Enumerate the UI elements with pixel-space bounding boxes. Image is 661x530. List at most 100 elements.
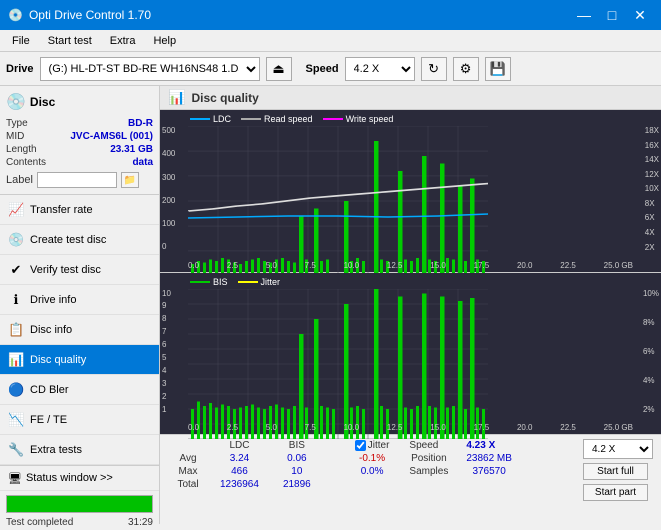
- disc-label-input[interactable]: [37, 172, 117, 188]
- stats-col-ldc: LDC: [208, 439, 271, 452]
- disc-label-key: Label: [6, 174, 33, 186]
- sidebar-item-disc-quality[interactable]: 📊 Disc quality: [0, 345, 159, 375]
- stats-max-bis: 10: [271, 465, 323, 478]
- stats-col-bis: BIS: [271, 439, 323, 452]
- chart-top-y-left: 500 400 300 200 100 0: [162, 126, 175, 252]
- chart-bottom-x-axis: 0.0 2.5 5.0 7.5 10.0 12.5 15.0 17.5 20.0…: [188, 423, 633, 432]
- sidebar-item-disc-info[interactable]: 📋 Disc info: [0, 315, 159, 345]
- chart-top-legend: LDC Read speed Write speed: [190, 114, 393, 124]
- stats-max-row: Max 466 10 0.0% Samples 376570: [168, 465, 522, 478]
- disc-length-label: Length: [6, 144, 37, 155]
- disc-type-row: Type BD-R: [6, 118, 153, 129]
- save-button[interactable]: 💾: [485, 57, 511, 81]
- menu-extra[interactable]: Extra: [102, 33, 144, 49]
- sidebar-status: 🖥 Status window >> Test completed 31:29: [0, 465, 159, 530]
- stats-avg-bis: 0.06: [271, 452, 323, 465]
- disc-contents-label: Contents: [6, 157, 46, 168]
- minimize-button[interactable]: —: [571, 2, 597, 28]
- stats-total-ldc: 1236964: [208, 478, 271, 491]
- stats-avg-ldc: 3.24: [208, 452, 271, 465]
- legend-write-dot: [323, 118, 343, 120]
- start-full-button[interactable]: Start full: [583, 463, 648, 480]
- disc-type-value: BD-R: [128, 118, 153, 129]
- legend-bis-label: BIS: [213, 277, 228, 287]
- stats-speed-select[interactable]: 4.2 X: [583, 439, 653, 459]
- refresh-button[interactable]: ↻: [421, 57, 447, 81]
- stats-col-jitter: Jitter: [343, 439, 402, 452]
- jitter-checkbox-label[interactable]: Jitter: [355, 440, 390, 451]
- chart-bottom-y-left: 10 9 8 7 6 5 4 3 2 1: [162, 289, 171, 415]
- maximize-button[interactable]: □: [599, 2, 625, 28]
- legend-bis-dot: [190, 281, 210, 283]
- stats-right-controls: 4.2 X Start full Start part: [583, 439, 653, 501]
- disc-length-row: Length 23.31 GB: [6, 144, 153, 155]
- speed-select[interactable]: 4.2 X: [345, 57, 415, 81]
- legend-ldc-dot: [190, 118, 210, 120]
- sidebar-item-cd-bler[interactable]: 🔵 CD Bler: [0, 375, 159, 405]
- progress-bar-fill: [7, 496, 152, 512]
- sidebar-item-transfer-rate[interactable]: 📈 Transfer rate: [0, 195, 159, 225]
- menu-file[interactable]: File: [4, 33, 38, 49]
- status-completed-label: Test completed: [6, 517, 73, 528]
- stats-total-row: Total 1236964 21896: [168, 478, 522, 491]
- stats-col-empty2: [323, 439, 343, 452]
- stats-bar: LDC BIS Jitter Speed 4.23 X: [160, 434, 661, 524]
- drive-label: Drive: [6, 63, 34, 75]
- legend-write-speed: Write speed: [323, 114, 394, 124]
- sidebar-item-extra-tests[interactable]: 🔧 Extra tests: [0, 435, 159, 465]
- menu-start-test[interactable]: Start test: [40, 33, 100, 49]
- disc-mid-value: JVC-AMS6L (001): [70, 131, 153, 142]
- status-time: 31:29: [128, 517, 153, 528]
- start-part-button[interactable]: Start part: [583, 484, 648, 501]
- disc-type-label: Type: [6, 118, 28, 129]
- disc-quality-title: Disc quality: [191, 91, 258, 105]
- legend-read-label: Read speed: [264, 114, 313, 124]
- stats-avg-jitter: -0.1%: [343, 452, 402, 465]
- disc-label-row: Label 📁: [6, 172, 153, 188]
- stats-max-jitter: 0.0%: [343, 465, 402, 478]
- sidebar-item-verify-test-disc-label: Verify test disc: [30, 264, 101, 276]
- menu-bar: File Start test Extra Help: [0, 30, 661, 52]
- legend-write-label: Write speed: [346, 114, 394, 124]
- transfer-rate-icon: 📈: [8, 202, 24, 218]
- disc-panel-icon: 💿: [6, 92, 26, 112]
- chart-bottom-svg: [188, 289, 488, 439]
- chart-bottom: BIS Jitter 10 9 8 7 6 5 4 3 2 1: [160, 273, 661, 435]
- settings-button[interactable]: ⚙: [453, 57, 479, 81]
- progress-bar-container: [6, 495, 153, 513]
- title-bar: 💿 Opti Drive Control 1.70 — □ ✕: [0, 0, 661, 30]
- extra-tests-icon: 🔧: [8, 442, 24, 458]
- chart-top-x-axis: 0.0 2.5 5.0 7.5 10.0 12.5 15.0 17.5 20.0…: [188, 261, 633, 270]
- sidebar-item-create-test-disc-label: Create test disc: [30, 234, 106, 246]
- stats-avg-label: Avg: [168, 452, 208, 465]
- cd-bler-icon: 🔵: [8, 382, 24, 398]
- chart-top-y-right: 18X 16X 14X 12X 10X 8X 6X 4X 2X: [645, 126, 659, 252]
- disc-info-icon: 📋: [8, 322, 24, 338]
- app-icon: 💿: [8, 8, 23, 22]
- sidebar-item-fe-te[interactable]: 📉 FE / TE: [0, 405, 159, 435]
- verify-test-disc-icon: ✔: [8, 262, 24, 278]
- disc-quality-icon: 📊: [8, 352, 24, 368]
- jitter-checkbox[interactable]: [355, 440, 366, 451]
- close-button[interactable]: ✕: [627, 2, 653, 28]
- eject-button[interactable]: ⏏: [266, 57, 292, 81]
- menu-help[interactable]: Help: [145, 33, 184, 49]
- sidebar-item-disc-quality-label: Disc quality: [30, 354, 86, 366]
- sidebar-item-verify-test-disc[interactable]: ✔ Verify test disc: [0, 255, 159, 285]
- legend-jitter-label: Jitter: [261, 277, 281, 287]
- status-window-button[interactable]: 🖥 Status window >>: [0, 466, 159, 491]
- chart-bottom-y-right: 10% 8% 6% 4% 2%: [643, 289, 659, 415]
- disc-label-browse[interactable]: 📁: [121, 172, 139, 188]
- status-window-icon: 🖥: [8, 472, 22, 485]
- sidebar-item-extra-tests-label: Extra tests: [30, 444, 82, 456]
- title-bar-title: 💿 Opti Drive Control 1.70: [8, 8, 151, 22]
- main-area: 💿 Disc Type BD-R MID JVC-AMS6L (001) Len…: [0, 86, 661, 524]
- app-title: Opti Drive Control 1.70: [29, 8, 151, 22]
- chart-bottom-legend: BIS Jitter: [190, 277, 280, 287]
- sidebar-item-create-test-disc[interactable]: 💿 Create test disc: [0, 225, 159, 255]
- legend-ldc: LDC: [190, 114, 231, 124]
- drive-info-icon: ℹ: [8, 292, 24, 308]
- disc-panel: 💿 Disc Type BD-R MID JVC-AMS6L (001) Len…: [0, 86, 159, 195]
- drive-select[interactable]: (G:) HL-DT-ST BD-RE WH16NS48 1.D3: [40, 57, 260, 81]
- sidebar-item-drive-info[interactable]: ℹ Drive info: [0, 285, 159, 315]
